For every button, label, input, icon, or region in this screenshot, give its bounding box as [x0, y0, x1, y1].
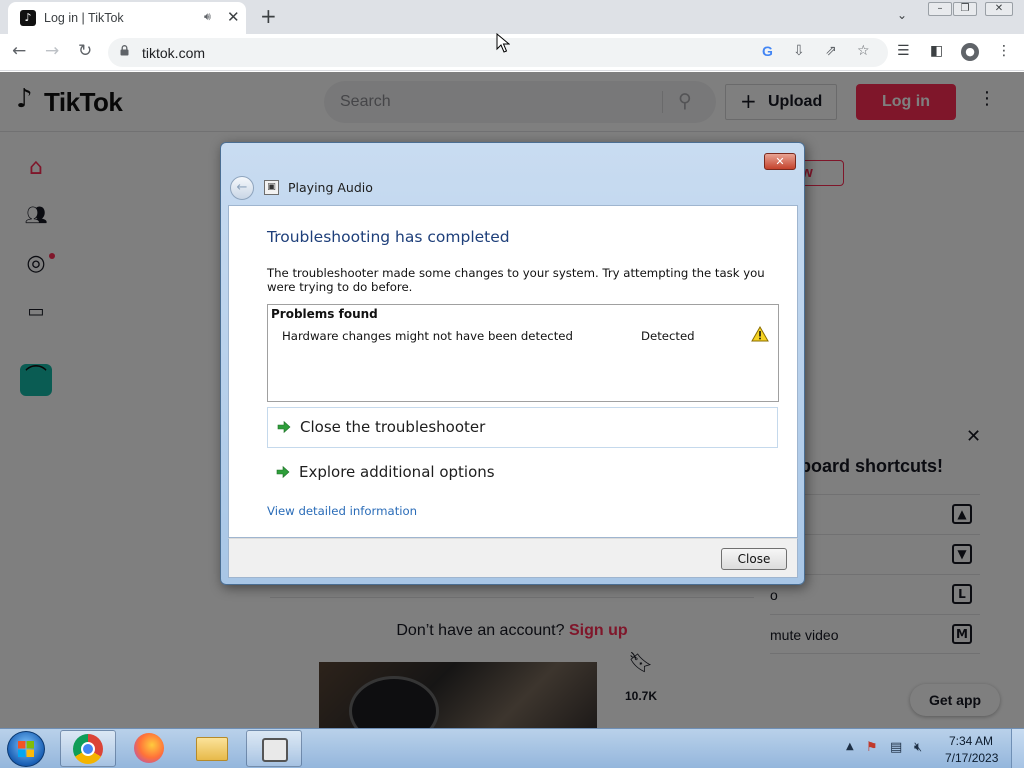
back-arrow-icon[interactable]: ←: [230, 176, 254, 200]
install-icon[interactable]: ⇩: [793, 43, 805, 59]
dialog-footer: Close: [228, 538, 798, 578]
option-label: Explore additional options: [299, 463, 495, 481]
window-close-icon[interactable]: ✕: [985, 2, 1013, 16]
dialog-heading: Troubleshooting has completed: [267, 228, 510, 246]
start-button[interactable]: [7, 731, 45, 767]
windows-logo-icon: [18, 741, 34, 757]
tiktok-favicon-icon: ♪: [20, 10, 36, 26]
view-details-link[interactable]: View detailed information: [267, 504, 417, 518]
close-troubleshooter-option[interactable]: Close the troubleshooter: [267, 407, 778, 448]
star-icon[interactable]: ☆: [857, 43, 870, 59]
dialog-body: Troubleshooting has completed The troubl…: [228, 205, 798, 538]
explore-options-option[interactable]: Explore additional options: [267, 453, 778, 494]
green-arrow-icon: [277, 420, 291, 434]
reload-icon[interactable]: ↻: [78, 41, 92, 61]
tab-title: Log in | TikTok: [44, 11, 124, 25]
action-center-icon[interactable]: ⚑: [866, 740, 878, 755]
tray-expand-icon[interactable]: ▲: [846, 741, 854, 752]
clock-date[interactable]: 7/17/2023: [945, 751, 998, 765]
firefox-icon: [134, 733, 164, 763]
share-icon[interactable]: ⇗: [825, 43, 837, 59]
browser-toolbar: ← → ↻ tiktok.com G ⇩ ⇗ ☆ ☰ ◧ ● ⋮: [0, 34, 1024, 71]
chrome-icon-center: [81, 742, 95, 756]
warning-icon: [751, 326, 769, 342]
taskbar-troubleshooter[interactable]: [246, 730, 302, 767]
new-tab-icon[interactable]: +: [260, 4, 277, 28]
browser-tabstrip: ♪ Log in | TikTok 🔊︎ ✕ + ⌄ – ❐ ✕: [0, 0, 1024, 34]
back-arrow-icon[interactable]: ←: [12, 41, 26, 61]
tab-search-chevron-icon[interactable]: ⌄: [897, 8, 907, 22]
lock-icon[interactable]: [120, 45, 129, 56]
taskbar-firefox[interactable]: [122, 730, 178, 767]
speaker-icon[interactable]: 🔊︎: [204, 10, 211, 24]
chrome-icon: [73, 734, 103, 764]
dialog-close-icon[interactable]: ✕: [764, 153, 796, 170]
mouse-cursor-icon: [496, 33, 510, 53]
problem-description: Hardware changes might not have been det…: [282, 329, 573, 343]
problem-status: Detected: [641, 329, 695, 343]
problems-header: Problems found: [271, 307, 378, 321]
dialog-description: The troubleshooter made some changes to …: [267, 266, 765, 294]
network-icon[interactable]: ▤: [890, 740, 902, 755]
troubleshooter-dialog: ✕ ← ▣ Playing Audio Troubleshooting has …: [220, 142, 805, 585]
close-button[interactable]: Close: [721, 548, 787, 570]
option-label: Close the troubleshooter: [300, 418, 486, 436]
profile-icon[interactable]: ●: [961, 43, 979, 61]
dialog-title: Playing Audio: [288, 180, 373, 195]
url-text[interactable]: tiktok.com: [142, 45, 205, 61]
file-explorer-icon: [196, 737, 228, 761]
menu-icon[interactable]: ⋮: [997, 43, 1011, 59]
restore-icon[interactable]: ❐: [953, 2, 977, 16]
google-icon[interactable]: G: [762, 43, 773, 59]
minimize-icon[interactable]: –: [928, 2, 952, 16]
browser-tab[interactable]: ♪ Log in | TikTok 🔊︎ ✕: [8, 2, 246, 34]
troubleshooter-app-icon: ▣: [264, 180, 279, 195]
close-tab-icon[interactable]: ✕: [227, 8, 240, 26]
clock-time[interactable]: 7:34 AM: [949, 734, 993, 748]
green-arrow-icon: [276, 465, 290, 479]
problems-list: Problems found Hardware changes might no…: [267, 304, 779, 402]
forward-arrow-icon[interactable]: →: [45, 41, 59, 61]
media-queue-icon[interactable]: ☰: [897, 43, 910, 59]
windows-taskbar: ▲ ⚑ ▤ 🔇︎ 7:34 AM 7/17/2023: [0, 728, 1024, 768]
volume-muted-icon[interactable]: 🔇︎: [914, 740, 922, 755]
side-panel-icon[interactable]: ◧: [930, 43, 943, 59]
show-desktop-button[interactable]: [1011, 729, 1024, 768]
taskbar-file-explorer[interactable]: [185, 730, 241, 767]
taskbar-chrome[interactable]: [60, 730, 116, 767]
troubleshooter-icon: [262, 738, 288, 762]
